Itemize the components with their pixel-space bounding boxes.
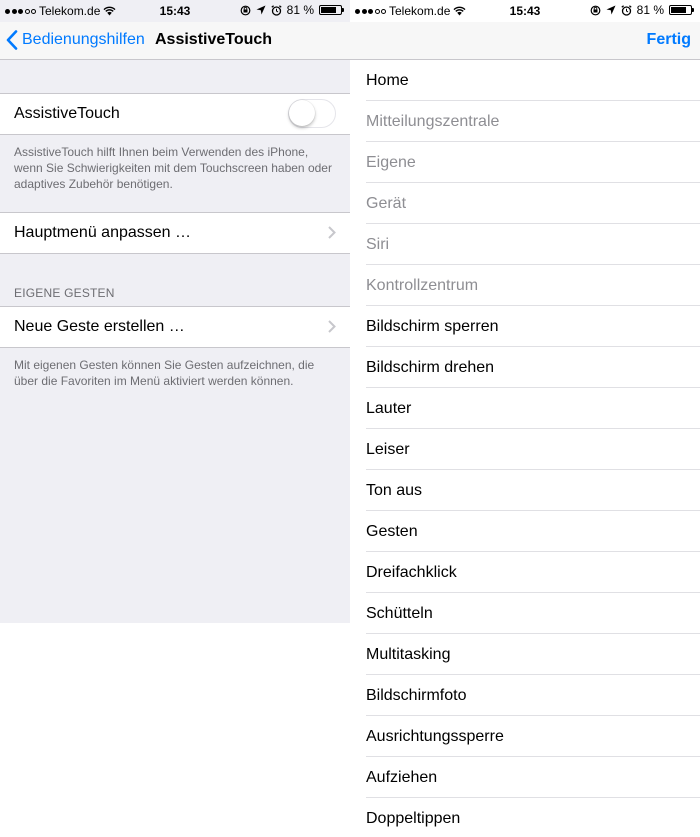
list-item[interactable]: Gesten	[350, 511, 700, 552]
battery-icon	[669, 5, 694, 15]
list-item-label: Leiser	[366, 440, 410, 458]
action-picker-screen: Telekom.de 15:43 81 % Fertig Home Mitteil…	[350, 0, 700, 837]
location-arrow-icon	[256, 5, 266, 15]
alarm-icon	[271, 4, 282, 16]
list-item[interactable]: Leiser	[350, 429, 700, 470]
status-icons: 81 %	[240, 3, 344, 17]
rotation-lock-icon	[590, 5, 601, 15]
list-item-label: Multitasking	[366, 645, 451, 663]
list-item[interactable]: Home	[350, 60, 700, 101]
list-item[interactable]: Ton aus	[350, 470, 700, 511]
action-list: Home Mitteilungszentrale Eigene Gerät Siri Ko…	[350, 60, 700, 837]
list-item[interactable]: Lauter	[350, 388, 700, 429]
list-item-label: Eigene	[366, 153, 416, 171]
list-item[interactable]: Ausrichtungssperre	[350, 716, 700, 757]
assistivetouch-description: AssistiveTouch hilft Ihnen beim Verwende…	[14, 145, 332, 191]
list-item-label: Gerät	[366, 194, 407, 212]
list-item[interactable]: Bildschirm sperren	[350, 306, 700, 347]
rotation-lock-icon	[240, 5, 251, 15]
list-item: Eigene	[350, 142, 700, 183]
list-item-label: Kontrollzentrum	[366, 276, 479, 294]
list-item: Gerät	[350, 183, 700, 224]
status-icons: 81 %	[590, 3, 694, 17]
assistivetouch-settings-screen: Telekom.de 15:43 81 % Bedienungshilfen A…	[0, 0, 350, 837]
battery-percent: 81 %	[636, 3, 664, 17]
list-item-label: Dreifachklick	[366, 563, 457, 581]
list-item[interactable]: Bildschirm drehen	[350, 347, 700, 388]
list-item-label: Bildschirm drehen	[366, 358, 495, 376]
assistivetouch-group: AssistiveTouch	[0, 93, 350, 135]
custom-gestures-group: Neue Geste erstellen …	[0, 306, 350, 348]
assistivetouch-label: AssistiveTouch	[14, 105, 120, 122]
list-item-label: Mitteilungszentrale	[366, 112, 500, 130]
chevron-right-icon	[328, 226, 336, 239]
navigation-bar: Bedienungshilfen AssistiveTouch	[0, 22, 350, 60]
list-item: Siri	[350, 224, 700, 265]
customize-menu-row[interactable]: Hauptmenü anpassen …	[0, 213, 350, 253]
list-item-label: Ausrichtungssperre	[366, 727, 504, 745]
list-item-label: Doppeltippen	[366, 809, 461, 827]
list-item-label: Siri	[366, 235, 390, 253]
back-button-label: Bedienungshilfen	[22, 31, 145, 48]
list-item[interactable]: Aufziehen	[350, 757, 700, 798]
list-item: Kontrollzentrum	[350, 265, 700, 306]
battery-icon	[319, 5, 344, 15]
list-item-label: Ton aus	[366, 481, 423, 499]
new-gesture-label: Neue Geste erstellen …	[14, 318, 185, 335]
list-item-label: Schütteln	[366, 604, 433, 622]
new-gesture-row[interactable]: Neue Geste erstellen …	[0, 307, 350, 347]
list-item[interactable]: Bildschirmfoto	[350, 675, 700, 716]
status-bar: Telekom.de 15:43 81 %	[350, 0, 700, 22]
battery-percent: 81 %	[286, 3, 314, 17]
lower-blank-area	[0, 623, 350, 837]
list-item-label: Lauter	[366, 399, 412, 417]
assistivetouch-toggle[interactable]	[288, 99, 336, 128]
status-bar: Telekom.de 15:43 81 %	[0, 0, 350, 22]
custom-gestures-description: Mit eigenen Gesten können Sie Gesten auf…	[14, 358, 315, 388]
alarm-icon	[621, 4, 632, 16]
customize-menu-group: Hauptmenü anpassen …	[0, 212, 350, 254]
customize-menu-label: Hauptmenü anpassen …	[14, 224, 191, 241]
list-item[interactable]: Dreifachklick	[350, 552, 700, 593]
list-item-label: Bildschirmfoto	[366, 686, 467, 704]
list-item[interactable]: Multitasking	[350, 634, 700, 675]
toggle-knob	[289, 100, 315, 126]
location-arrow-icon	[606, 5, 616, 15]
list-item-label: Aufziehen	[366, 768, 438, 786]
chevron-left-icon	[6, 30, 18, 50]
list-item: Mitteilungszentrale	[350, 101, 700, 142]
done-button[interactable]: Fertig	[647, 31, 691, 49]
list-item-label: Home	[366, 71, 409, 89]
list-item[interactable]: Doppeltippen	[350, 798, 700, 837]
list-item[interactable]: Schütteln	[350, 593, 700, 634]
assistivetouch-row: AssistiveTouch	[0, 94, 350, 134]
list-item-label: Bildschirm sperren	[366, 317, 499, 335]
page-title: AssistiveTouch	[155, 31, 273, 48]
navigation-bar: Fertig	[350, 22, 700, 60]
list-item-label: Gesten	[366, 522, 418, 540]
section-header-custom-gestures: EIGENE GESTEN	[14, 286, 115, 300]
back-button[interactable]: Bedienungshilfen	[6, 30, 145, 50]
chevron-right-icon	[328, 320, 336, 333]
